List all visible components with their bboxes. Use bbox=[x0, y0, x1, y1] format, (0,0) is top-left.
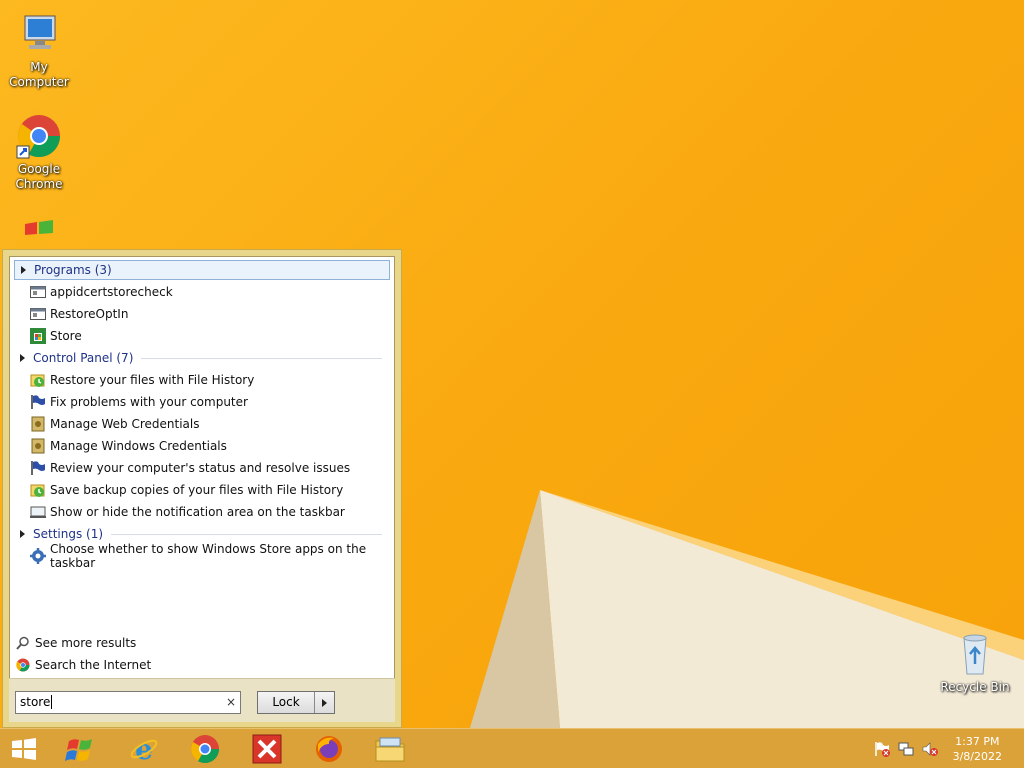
lock-button[interactable]: Lock bbox=[257, 691, 335, 714]
group-header-label: Programs (3) bbox=[34, 263, 112, 277]
desktop-icon-my-computer[interactable]: My Computer bbox=[0, 10, 79, 90]
group-header-settings[interactable]: Settings (1) bbox=[14, 524, 390, 544]
group-header-control-panel[interactable]: Control Panel (7) bbox=[14, 348, 390, 368]
see-more-results-link[interactable]: See more results bbox=[16, 632, 136, 654]
network-icon[interactable] bbox=[898, 741, 914, 757]
lock-button-label: Lock bbox=[258, 692, 315, 713]
result-item-store-apps-taskbar[interactable]: Choose whether to show Windows Store app… bbox=[30, 542, 390, 570]
group-header-label: Settings (1) bbox=[33, 527, 104, 541]
chrome-icon bbox=[16, 658, 30, 672]
taskbar-chrome-button[interactable] bbox=[183, 733, 227, 765]
computer-icon bbox=[15, 10, 63, 58]
taskbar-windows-flag-button[interactable] bbox=[58, 733, 102, 765]
result-item-restoreoptin[interactable]: RestoreOptIn bbox=[30, 303, 390, 325]
action-center-flag-icon bbox=[30, 394, 46, 410]
result-item-notification-area[interactable]: Show or hide the notification area on th… bbox=[30, 501, 390, 523]
action-center-flag-icon bbox=[30, 460, 46, 476]
clock-date: 3/8/2022 bbox=[952, 750, 1002, 763]
windows-flag-icon bbox=[65, 739, 92, 761]
start-menu: Programs (3) appidcertstorecheck Restore… bbox=[2, 249, 402, 728]
taskbar-red-x-app-button[interactable] bbox=[245, 733, 289, 765]
taskbar-internet-explorer-button[interactable]: e bbox=[122, 733, 166, 765]
result-item-manage-windows-credentials[interactable]: Manage Windows Credentials bbox=[30, 435, 390, 457]
search-icon bbox=[16, 636, 30, 650]
search-results-pane: Programs (3) appidcertstorecheck Restore… bbox=[9, 256, 395, 721]
result-item-review-status[interactable]: Review your computer's status and resolv… bbox=[30, 457, 390, 479]
power-options-arrow-icon[interactable] bbox=[322, 698, 327, 707]
file-history-icon bbox=[30, 482, 46, 498]
taskbar: e 1:37 PM 3/8/2022 bbox=[0, 728, 1024, 768]
expand-arrow-icon bbox=[20, 354, 25, 362]
firefox-icon bbox=[316, 736, 342, 762]
chrome-icon bbox=[191, 735, 219, 763]
file-history-icon bbox=[30, 372, 46, 388]
clock-time: 1:37 PM bbox=[955, 735, 1000, 748]
credential-vault-icon bbox=[30, 438, 46, 454]
desktop-icon-label: Recycle Bin bbox=[940, 680, 1010, 694]
group-header-programs[interactable]: Programs (3) bbox=[14, 260, 390, 280]
internet-explorer-icon: e bbox=[130, 734, 158, 764]
desktop-icon-label: My Computer bbox=[9, 60, 69, 89]
credential-vault-icon bbox=[30, 416, 46, 432]
gear-icon bbox=[30, 548, 46, 564]
taskbar-settings-icon bbox=[30, 504, 46, 520]
start-search-area: store × Lock bbox=[9, 678, 395, 722]
result-item-appidcertstorecheck[interactable]: appidcertstorecheck bbox=[30, 281, 390, 303]
windows-logo-icon bbox=[12, 738, 36, 760]
red-x-icon bbox=[252, 734, 282, 764]
desktop-icon-label: Google Chrome bbox=[15, 162, 63, 191]
expand-arrow-icon bbox=[20, 530, 25, 538]
folder-icon bbox=[375, 737, 405, 762]
group-header-label: Control Panel (7) bbox=[33, 351, 134, 365]
desktop-icon-google-chrome[interactable]: Google Chrome bbox=[0, 112, 79, 192]
console-app-icon bbox=[30, 306, 46, 322]
chrome-icon bbox=[15, 112, 63, 160]
desktop-icon-recycle-bin[interactable]: Recycle Bin bbox=[935, 630, 1015, 695]
expand-arrow-icon bbox=[21, 266, 26, 274]
recycle-bin-icon bbox=[951, 630, 999, 678]
store-icon bbox=[30, 328, 46, 344]
search-internet-link[interactable]: Search the Internet bbox=[16, 654, 151, 676]
svg-text:e: e bbox=[135, 734, 153, 764]
result-item-restore-files[interactable]: Restore your files with File History bbox=[30, 369, 390, 391]
taskbar-file-explorer-button[interactable] bbox=[368, 733, 412, 765]
volume-muted-icon[interactable] bbox=[922, 741, 938, 757]
search-input[interactable]: store × bbox=[15, 691, 241, 714]
action-center-flag-icon[interactable] bbox=[874, 741, 890, 757]
result-item-fix-problems[interactable]: Fix problems with your computer bbox=[30, 391, 390, 413]
result-item-save-backup[interactable]: Save backup copies of your files with Fi… bbox=[30, 479, 390, 501]
result-item-manage-web-credentials[interactable]: Manage Web Credentials bbox=[30, 413, 390, 435]
clear-search-button[interactable]: × bbox=[226, 692, 236, 713]
console-app-icon bbox=[30, 284, 46, 300]
start-button[interactable] bbox=[2, 733, 46, 765]
result-item-store[interactable]: Store bbox=[30, 325, 390, 347]
taskbar-clock[interactable]: 1:37 PM 3/8/2022 bbox=[953, 734, 1002, 764]
taskbar-firefox-button[interactable] bbox=[307, 733, 351, 765]
